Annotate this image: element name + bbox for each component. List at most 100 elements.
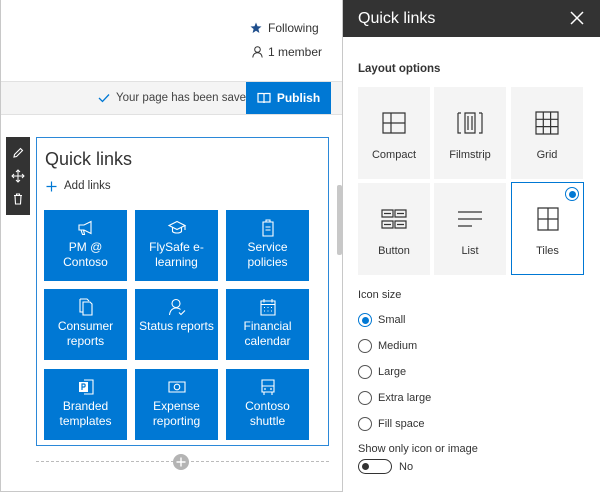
documents-icon: [78, 298, 93, 316]
layout-option-filmstrip[interactable]: Filmstrip: [434, 87, 506, 179]
layout-option-label: Button: [378, 245, 410, 257]
close-button[interactable]: [568, 9, 586, 27]
add-links-label: Add links: [64, 180, 111, 192]
layout-option-label: Compact: [371, 149, 417, 161]
icon-size-heading: Icon size: [358, 289, 402, 301]
link-tile-label: Contoso shuttle: [245, 399, 290, 428]
layout-option-button[interactable]: Button: [358, 183, 430, 275]
add-links-button[interactable]: Add links: [46, 180, 111, 192]
clipboard-icon: [261, 219, 274, 237]
list-layout-icon: [458, 211, 482, 227]
link-tile[interactable]: Consumer reports: [44, 289, 127, 360]
toggle-knob: [362, 463, 369, 470]
link-tile-label: Consumer reports: [57, 319, 114, 348]
layout-option-label: Tiles: [536, 245, 559, 257]
radio-dot: [358, 417, 372, 431]
tiles-layout-icon: [536, 207, 559, 231]
link-tile-label: Expense reporting: [152, 399, 201, 428]
icon-size-large-radio[interactable]: Large: [358, 365, 406, 379]
powerpoint-icon: [78, 379, 94, 395]
property-pane-title: Quick links: [358, 9, 436, 27]
link-tile-label: Financial calendar: [243, 319, 292, 348]
grid-layout-icon: [535, 111, 559, 135]
link-tile[interactable]: Status reports: [135, 289, 218, 360]
filmstrip-layout-icon: [457, 112, 483, 134]
compact-layout-icon: [382, 112, 406, 134]
command-bar: Your page has been saved Publish: [1, 81, 342, 115]
radio-label: Small: [378, 314, 406, 326]
megaphone-icon: [77, 220, 92, 236]
bus-icon: [260, 379, 275, 395]
publish-button[interactable]: Publish: [246, 82, 331, 114]
star-icon: [250, 22, 262, 33]
move-webpart-button[interactable]: [11, 169, 25, 183]
layout-options-heading: Layout options: [358, 63, 441, 75]
layout-option-label: Filmstrip: [449, 149, 491, 161]
link-tile[interactable]: Financial calendar: [226, 289, 309, 360]
icon-size-medium-radio[interactable]: Medium: [358, 339, 417, 353]
radio-selected-dot: [358, 313, 372, 327]
layout-option-compact[interactable]: Compact: [358, 87, 430, 179]
webpart-title[interactable]: Quick links: [45, 149, 132, 170]
radio-label: Extra large: [378, 392, 432, 404]
layout-option-label: Grid: [536, 149, 558, 161]
book-icon: [257, 92, 271, 104]
radio-dot: [358, 339, 372, 353]
close-icon: [570, 11, 584, 25]
button-layout-icon: [381, 209, 407, 229]
icon-size-fill-space-radio[interactable]: Fill space: [358, 417, 424, 431]
radio-dot: [358, 365, 372, 379]
icon-size-extra-large-radio[interactable]: Extra large: [358, 391, 431, 405]
selected-indicator: [565, 187, 579, 201]
property-pane: Quick links Layout options Compact Films…: [342, 0, 600, 492]
link-tile[interactable]: Branded templates: [44, 369, 127, 440]
plus-icon: [176, 457, 186, 467]
save-status: Your page has been saved: [98, 92, 252, 104]
following-label: Following: [268, 21, 319, 35]
layout-option-list[interactable]: List: [434, 183, 506, 275]
members-label: 1 member: [268, 45, 323, 59]
members-button[interactable]: 1 member: [252, 45, 322, 59]
plus-icon: [46, 181, 57, 191]
graduation-cap-icon: [167, 220, 186, 234]
show-only-icon-toggle[interactable]: [358, 459, 392, 474]
person-status-icon: [168, 298, 185, 316]
radio-label: Medium: [378, 340, 418, 352]
move-icon: [11, 169, 25, 183]
pencil-icon: [13, 147, 24, 158]
radio-label: Large: [378, 366, 407, 378]
checkmark-icon: [98, 94, 110, 103]
link-tile-label: Service policies: [247, 240, 288, 269]
edit-webpart-button[interactable]: [11, 146, 25, 160]
property-pane-header: Quick links: [343, 0, 600, 37]
link-tile[interactable]: Expense reporting: [135, 369, 218, 440]
add-webpart-button[interactable]: [173, 454, 189, 470]
toggle-state-label: No: [399, 461, 414, 473]
link-tile-label: Branded templates: [59, 399, 112, 428]
layout-option-grid[interactable]: Grid: [511, 87, 583, 179]
layout-option-label: List: [461, 245, 479, 257]
webpart-toolbar: [6, 137, 30, 215]
page-canvas: Following 1 member Your page has been sa…: [0, 0, 342, 492]
delete-webpart-button[interactable]: [11, 192, 25, 206]
publish-label: Publish: [276, 91, 321, 105]
calendar-icon: [259, 299, 276, 316]
link-tile[interactable]: Contoso shuttle: [226, 369, 309, 440]
show-only-icon-label: Show only icon or image: [358, 443, 478, 455]
radio-dot: [358, 391, 372, 405]
money-icon: [167, 381, 186, 393]
save-status-text: Your page has been saved: [116, 92, 253, 104]
trash-icon: [14, 193, 22, 205]
person-icon: [252, 46, 263, 58]
link-tile[interactable]: PM @ Contoso: [44, 210, 127, 281]
link-tile[interactable]: FlySafe e-learning: [135, 210, 218, 281]
icon-size-small-radio[interactable]: Small: [358, 313, 406, 327]
link-tile-label: PM @ Contoso: [63, 240, 108, 269]
layout-option-tiles[interactable]: Tiles: [511, 182, 584, 275]
radio-label: Fill space: [378, 418, 425, 430]
link-tile-label: Status reports: [139, 319, 214, 333]
quick-links-webpart[interactable]: Quick links Add links PM @ Contoso FlySa…: [36, 137, 329, 446]
link-tile[interactable]: Service policies: [226, 210, 309, 281]
link-tile-label: FlySafe e-learning: [149, 240, 204, 269]
following-button[interactable]: Following: [250, 21, 319, 35]
